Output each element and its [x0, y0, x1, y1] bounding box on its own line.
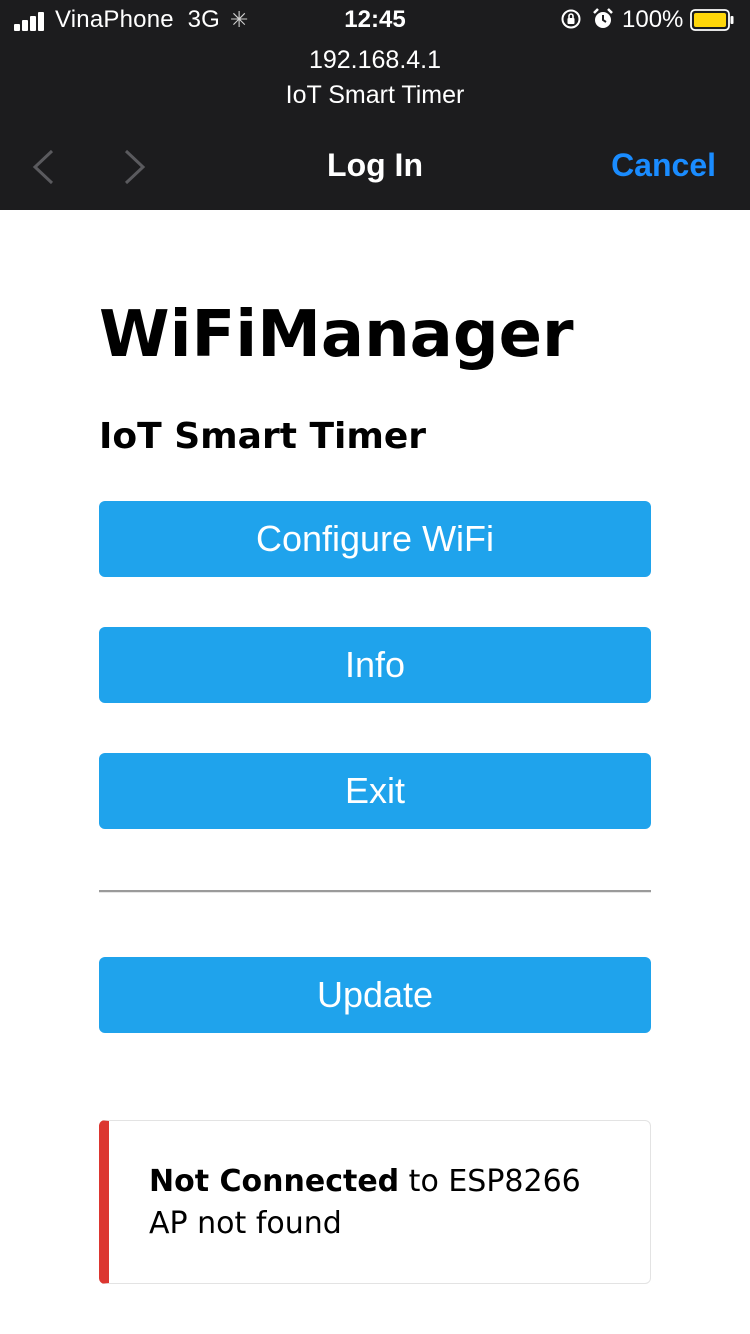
update-button[interactable]: Update [99, 957, 651, 1033]
browser-page-title: IoT Smart Timer [285, 81, 465, 109]
section-divider [99, 890, 651, 893]
cancel-button[interactable]: Cancel [611, 147, 716, 184]
status-rest: to ESP8266 [399, 1164, 581, 1199]
configure-wifi-button[interactable]: Configure WiFi [99, 501, 651, 577]
status-bar: VinaPhone 3G ✳ 12:45 100% [0, 0, 750, 40]
alarm-icon [593, 8, 613, 28]
status-strong: Not Connected [149, 1164, 400, 1199]
info-button[interactable]: Info [99, 627, 651, 703]
status-detail: AP not found [149, 1206, 342, 1241]
page-url: 192.168.4.1 [308, 46, 442, 74]
battery-icon [690, 9, 734, 31]
page-subheading: IoT Smart Timer [99, 416, 427, 457]
page-heading: WiFiManager [99, 298, 574, 372]
browser-top-bar: VinaPhone 3G ✳ 12:45 100% 192.168.4.1 Io… [0, 0, 750, 210]
exit-button[interactable]: Exit [99, 753, 651, 829]
rotation-lock-icon [561, 9, 581, 29]
status-message: Not Connected to ESP8266 AP not found [99, 1120, 651, 1284]
status-message-text: Not Connected to ESP8266 AP not found [149, 1161, 629, 1245]
battery-percentage: 100% [622, 6, 684, 33]
